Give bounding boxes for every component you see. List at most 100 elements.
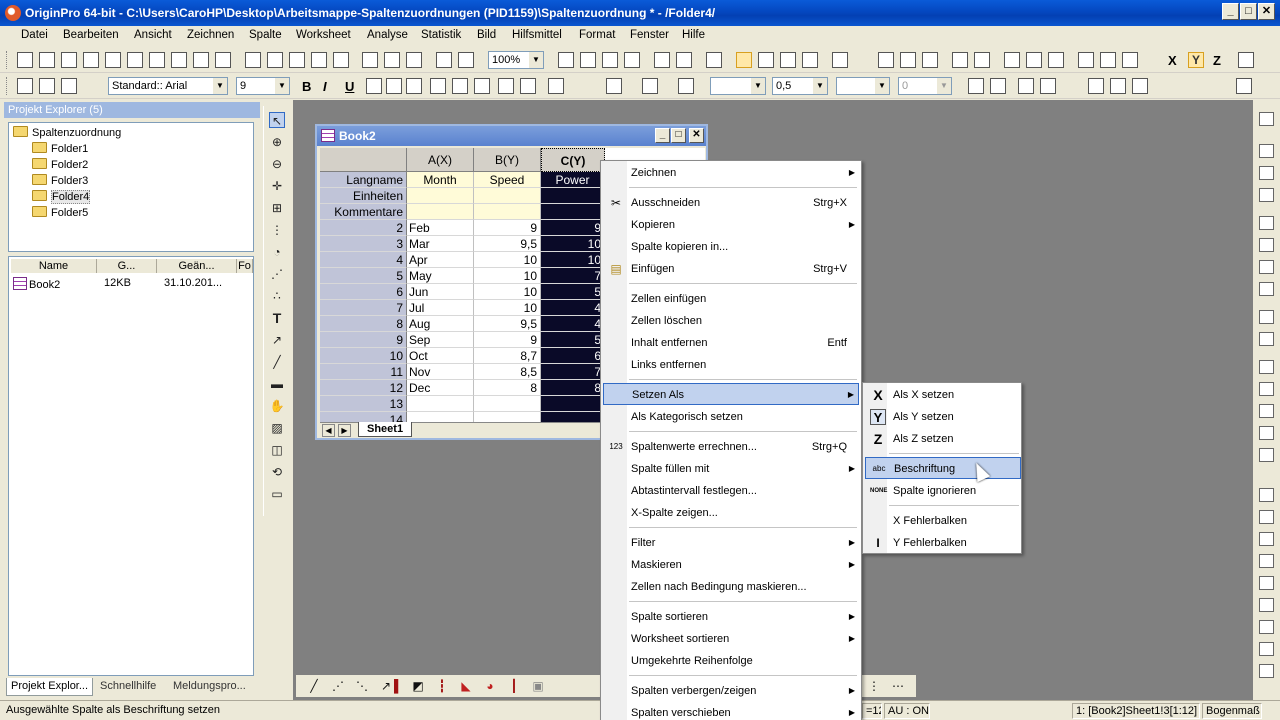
menu-item-ausschneiden[interactable]: ✂ Ausschneiden Strg+X — [603, 192, 859, 214]
origin-app-icon[interactable] — [5, 5, 21, 21]
menu-fenster[interactable]: Fenster — [630, 29, 669, 41]
save-template-icon[interactable] — [333, 52, 349, 68]
column-header-modified[interactable]: Geän... — [157, 259, 237, 273]
recalculate-icon[interactable] — [458, 52, 474, 68]
text-tool-icon[interactable]: T — [269, 310, 285, 326]
data-selector-icon[interactable]: ⋮ — [269, 222, 285, 238]
histogram-icon[interactable] — [1004, 52, 1020, 68]
menu-datei[interactable]: Datei — [21, 29, 48, 41]
menu-item-worksheet-sortieren[interactable]: Worksheet sortieren ▶ — [603, 628, 859, 650]
units-a[interactable] — [407, 188, 474, 204]
save-project-icon[interactable] — [311, 52, 327, 68]
cell-c[interactable]: 9 — [541, 220, 605, 236]
cell-b[interactable]: 9 — [474, 220, 541, 236]
new-folder-icon[interactable] — [39, 52, 55, 68]
submenu-item-als-x[interactable]: X Als X setzen — [865, 384, 1021, 406]
bold-button[interactable]: B — [302, 79, 311, 94]
menu-item-als-kategorisch[interactable]: Als Kategorisch setzen — [603, 406, 859, 428]
column-header-name[interactable]: Name — [11, 259, 97, 273]
greek-icon[interactable] — [430, 78, 446, 94]
format-icon[interactable] — [1110, 78, 1126, 94]
book2-title-bar[interactable]: Book2 _ □ ✕ — [317, 126, 706, 146]
book2-close-button[interactable]: ✕ — [689, 128, 704, 143]
menu-analyse[interactable]: Analyse — [367, 29, 408, 41]
menu-hilfe[interactable]: Hilfe — [682, 29, 705, 41]
refresh-icon[interactable] — [624, 52, 640, 68]
cell-c[interactable]: 10 — [541, 236, 605, 252]
distribute-h-icon[interactable] — [1259, 488, 1274, 502]
status-angle-unit[interactable]: Bogenmaß — [1202, 703, 1262, 719]
font-size-combo[interactable]: 9 ▼ — [236, 77, 290, 95]
row-header[interactable]: 2 — [320, 220, 407, 236]
zoom-combo[interactable]: 100% ▼ — [488, 51, 544, 69]
cell-a[interactable]: Jun — [407, 284, 474, 300]
row-header[interactable]: 8 — [320, 316, 407, 332]
contour-plot-icon[interactable]: ◩ — [410, 678, 426, 694]
font-color-icon[interactable] — [548, 78, 564, 94]
comments-b[interactable] — [474, 204, 541, 220]
cell-c[interactable]: 4 — [541, 316, 605, 332]
new-project-icon[interactable] — [17, 52, 33, 68]
row-header[interactable]: 10 — [320, 348, 407, 364]
next-sheet-icon[interactable]: ▶ — [338, 424, 351, 437]
close-button[interactable]: ✕ — [1258, 3, 1275, 20]
same-size-icon[interactable] — [1259, 576, 1274, 590]
chevron-down-icon[interactable]: ▼ — [937, 78, 951, 94]
center-h-icon[interactable] — [1259, 598, 1274, 612]
column-plot-icon[interactable]: ▐ — [386, 678, 402, 694]
scatter-plot-icon[interactable]: ⋰ — [330, 678, 346, 694]
layer-icon[interactable] — [1259, 112, 1274, 126]
data-highlighter-icon[interactable]: ◔ — [269, 244, 285, 260]
area-plot-icon[interactable]: ◣ — [458, 678, 474, 694]
menu-ansicht[interactable]: Ansicht — [134, 29, 172, 41]
anchor-icon[interactable] — [1259, 664, 1274, 678]
column-header-folder[interactable]: Fo — [237, 259, 253, 273]
bar-chart-icon[interactable] — [1048, 52, 1064, 68]
filter-icon[interactable] — [1078, 52, 1094, 68]
align-left-icon[interactable] — [1259, 216, 1274, 230]
front-icon[interactable] — [1259, 310, 1274, 324]
menu-bearbeiten[interactable]: Bearbeiten — [63, 29, 119, 41]
menu-item-abtastintervall[interactable]: Abtastintervall festlegen... — [603, 480, 859, 502]
book2-maximize-button[interactable]: □ — [671, 128, 686, 143]
submenu-item-spalte-ignorieren[interactable]: NONE Spalte ignorieren — [865, 480, 1021, 502]
line-width-combo[interactable]: 0,5 ▼ — [772, 77, 828, 95]
align-top-icon[interactable] — [1259, 260, 1274, 274]
cell-a[interactable]: May — [407, 268, 474, 284]
results-log-icon[interactable] — [676, 52, 692, 68]
cell-b[interactable]: 10 — [474, 268, 541, 284]
set-y-icon[interactable]: Y — [1188, 52, 1204, 68]
line-plot-icon[interactable]: ╱ — [306, 678, 322, 694]
row-header[interactable]: 7 — [320, 300, 407, 316]
legend-icon[interactable] — [1259, 166, 1274, 180]
menu-bild[interactable]: Bild — [477, 29, 496, 41]
submenu-item-als-y[interactable]: Y Als Y setzen — [865, 406, 1021, 428]
cell-a[interactable]: Sep — [407, 332, 474, 348]
graph-tool-icon[interactable]: ◫ — [269, 442, 285, 458]
chevron-down-icon[interactable]: ▼ — [875, 78, 889, 94]
menu-item-kopieren[interactable]: Kopieren ▶ — [603, 214, 859, 236]
column-header-a[interactable]: A(X) — [407, 148, 474, 172]
menu-item-zeichnen[interactable]: Zeichnen ▶ — [603, 162, 859, 184]
menu-item-spaltenwerte-errechnen[interactable]: 123 Spaltenwerte errechnen... Strg+Q — [603, 436, 859, 458]
prev-sheet-icon[interactable]: ◀ — [322, 424, 335, 437]
underline-button[interactable]: U — [345, 79, 354, 94]
ungroup-icon[interactable] — [1259, 382, 1274, 396]
cut-icon[interactable] — [17, 78, 33, 94]
sort-descending-icon[interactable] — [974, 52, 990, 68]
new-graph-icon[interactable] — [83, 52, 99, 68]
color-scale-icon[interactable] — [1259, 188, 1274, 202]
longname-b[interactable]: Speed — [474, 172, 541, 188]
back-icon[interactable] — [1259, 332, 1274, 346]
cell-a[interactable]: Apr — [407, 252, 474, 268]
import-multiple-icon[interactable] — [384, 52, 400, 68]
fitting-icon[interactable] — [780, 52, 796, 68]
menu-spalte[interactable]: Spalte — [249, 29, 282, 41]
cell-b[interactable] — [474, 396, 541, 412]
chevron-down-icon[interactable]: ▼ — [813, 78, 827, 94]
menu-worksheet[interactable]: Worksheet — [296, 29, 351, 41]
tree-folder4[interactable]: Folder4 — [32, 190, 91, 204]
merge-cells-icon[interactable] — [968, 78, 984, 94]
row-header-longname[interactable]: Langname — [320, 172, 407, 188]
sum-icon[interactable] — [878, 52, 894, 68]
